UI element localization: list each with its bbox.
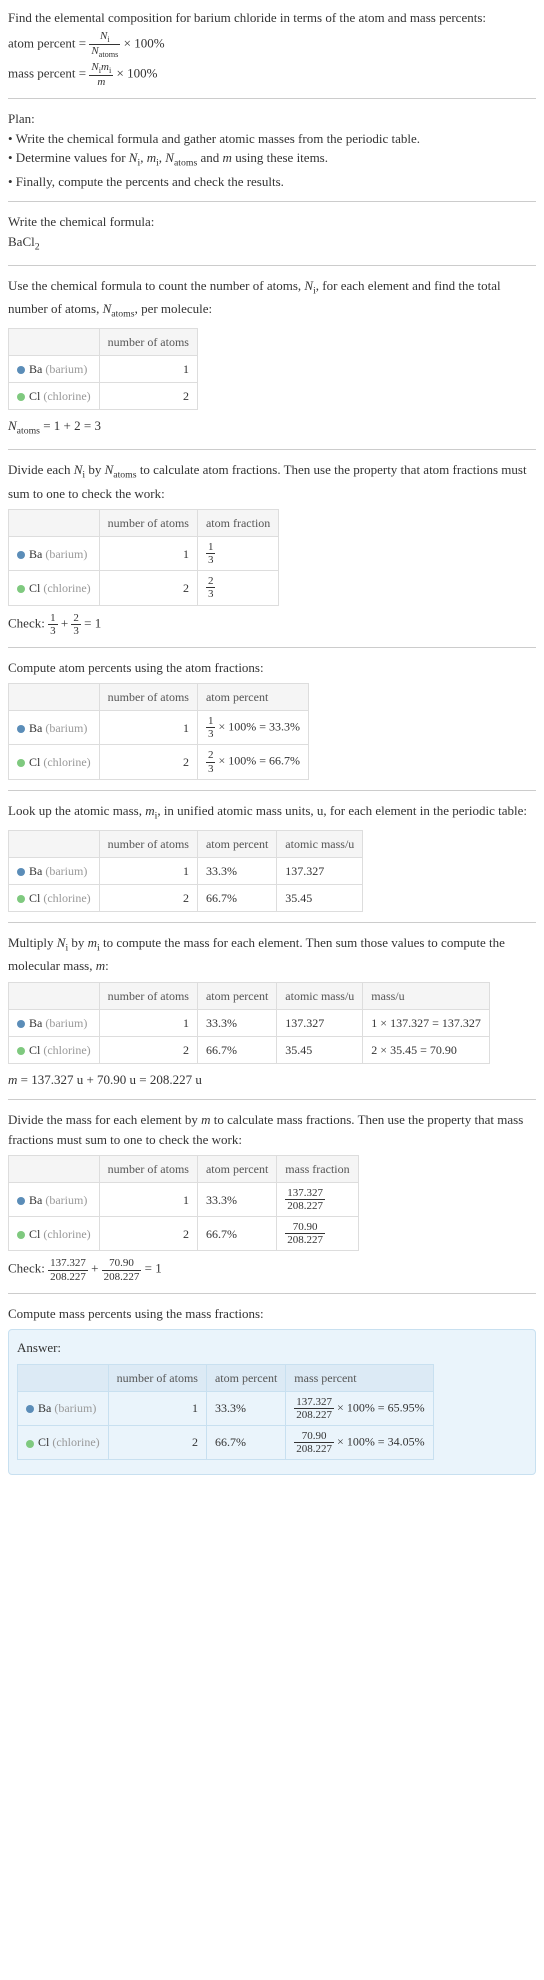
barium-dot-icon xyxy=(17,1020,25,1028)
count-atoms-section: Use the chemical formula to count the nu… xyxy=(8,276,536,440)
atom-percent-table: number of atomsatom percent Ba (barium) … xyxy=(8,683,309,779)
barium-dot-icon xyxy=(17,1197,25,1205)
plan-heading: Plan: xyxy=(8,109,536,129)
mass-calc-text: Multiply Ni by mi to compute the mass fo… xyxy=(8,933,536,976)
barium-dot-icon xyxy=(26,1405,34,1413)
mass-calc-table: number of atomsatom percentatomic mass/u… xyxy=(8,982,490,1064)
chemical-formula-heading: Write the chemical formula: xyxy=(8,212,536,232)
intro: Find the elemental composition for bariu… xyxy=(8,8,536,88)
atomic-mass-table: number of atomsatom percentatomic mass/u… xyxy=(8,830,363,912)
atom-percent-formula: atom percent = Ni Natoms × 100% xyxy=(8,30,536,60)
mass-fraction-check: Check: 137.327208.227 + 70.90208.227 = 1 xyxy=(8,1257,536,1282)
table-row: Ba (barium) 1 13 × 100% = 33.3% xyxy=(9,711,309,745)
chlorine-dot-icon xyxy=(17,393,25,401)
plan-bullet-1: • Write the chemical formula and gather … xyxy=(8,129,536,149)
natoms-equation: Natoms = 1 + 2 = 3 xyxy=(8,416,536,439)
divider xyxy=(8,1099,536,1100)
atom-percent-text: Compute atom percents using the atom fra… xyxy=(8,658,536,678)
atom-fraction-table: number of atomsatom fraction Ba (barium)… xyxy=(8,509,279,605)
table-row: Cl (chlorine) 2 23 xyxy=(9,571,279,605)
table-row: Ba (barium) 1 33.3% 137.327 1 × 137.327 … xyxy=(9,1009,490,1036)
atom-fraction-check: Check: 13 + 23 = 1 xyxy=(8,612,536,637)
plan-bullet-3: • Finally, compute the percents and chec… xyxy=(8,172,536,192)
table-row: Ba (barium) 1 33.3% 137.327 xyxy=(9,857,363,884)
table-row: Cl (chlorine) 2 66.7% 70.90208.227 × 100… xyxy=(18,1425,434,1459)
barium-dot-icon xyxy=(17,551,25,559)
chlorine-dot-icon xyxy=(26,1440,34,1448)
barium-dot-icon xyxy=(17,725,25,733)
divider xyxy=(8,1293,536,1294)
count-table: number of atoms Ba (barium) 1 Cl (chlori… xyxy=(8,328,198,410)
barium-dot-icon xyxy=(17,868,25,876)
plan-bullet-2: • Determine values for Ni, mi, Natoms an… xyxy=(8,148,536,171)
molecular-mass-equation: m = 137.327 u + 70.90 u = 208.227 u xyxy=(8,1070,536,1090)
plan: Plan: • Write the chemical formula and g… xyxy=(8,109,536,191)
answer-label: Answer: xyxy=(17,1338,527,1358)
chlorine-dot-icon xyxy=(17,1047,25,1055)
atom-fraction-text: Divide each Ni by Natoms to calculate at… xyxy=(8,460,536,503)
table-row: Ba (barium) 1 33.3% 137.327208.227 × 100… xyxy=(18,1391,434,1425)
mass-percent-section: Compute mass percents using the mass fra… xyxy=(8,1304,536,1475)
answer-box: Answer: number of atomsatom percentmass … xyxy=(8,1329,536,1475)
count-atoms-text: Use the chemical formula to count the nu… xyxy=(8,276,536,322)
mass-fraction-text: Divide the mass for each element by m to… xyxy=(8,1110,536,1149)
atom-fraction-section: Divide each Ni by Natoms to calculate at… xyxy=(8,460,536,636)
table-row: Ba (barium) 1 33.3% 137.327208.227 xyxy=(9,1183,359,1217)
chemical-formula: BaCl2 xyxy=(8,232,536,255)
divider xyxy=(8,790,536,791)
atom-percent-section: Compute atom percents using the atom fra… xyxy=(8,658,536,780)
divider xyxy=(8,647,536,648)
chlorine-dot-icon xyxy=(17,895,25,903)
chlorine-dot-icon xyxy=(17,759,25,767)
barium-dot-icon xyxy=(17,366,25,374)
table-row: Cl (chlorine) 2 xyxy=(9,383,198,410)
mass-calc-section: Multiply Ni by mi to compute the mass fo… xyxy=(8,933,536,1089)
chlorine-dot-icon xyxy=(17,1231,25,1239)
chemical-formula-section: Write the chemical formula: BaCl2 xyxy=(8,212,536,255)
mass-percent-text: Compute mass percents using the mass fra… xyxy=(8,1304,536,1324)
divider xyxy=(8,98,536,99)
atomic-mass-text: Look up the atomic mass, mi, in unified … xyxy=(8,801,536,824)
divider xyxy=(8,449,536,450)
table-row: Ba (barium) 1 13 xyxy=(9,537,279,571)
intro-text: Find the elemental composition for bariu… xyxy=(8,8,536,28)
divider xyxy=(8,922,536,923)
mass-fraction-section: Divide the mass for each element by m to… xyxy=(8,1110,536,1283)
table-row: Cl (chlorine) 2 66.7% 70.90208.227 xyxy=(9,1217,359,1251)
table-row: Ba (barium) 1 xyxy=(9,356,198,383)
divider xyxy=(8,201,536,202)
table-row: Cl (chlorine) 2 66.7% 35.45 xyxy=(9,884,363,911)
mass-percent-formula: mass percent = Nimi m × 100% xyxy=(8,61,536,88)
divider xyxy=(8,265,536,266)
table-row: Cl (chlorine) 2 66.7% 35.45 2 × 35.45 = … xyxy=(9,1036,490,1063)
atomic-mass-section: Look up the atomic mass, mi, in unified … xyxy=(8,801,536,912)
table-row: Cl (chlorine) 2 23 × 100% = 66.7% xyxy=(9,745,309,779)
answer-table: number of atomsatom percentmass percent … xyxy=(17,1364,434,1460)
chlorine-dot-icon xyxy=(17,585,25,593)
mass-fraction-table: number of atomsatom percentmass fraction… xyxy=(8,1155,359,1251)
